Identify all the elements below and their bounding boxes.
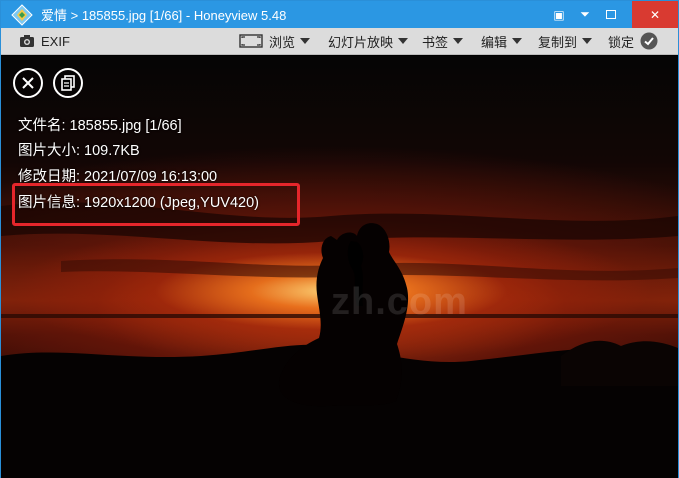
chevron-down-icon [300,38,311,44]
lock-label: 锁定 [608,34,635,50]
bookmark-label: 书签 [422,34,449,50]
edit-label: 编辑 [481,34,508,50]
exif-label: EXIF [41,33,70,49]
title-bar[interactable]: 爱情 > 185855.jpg [1/66] - Honeyview 5.48 … [1,1,678,28]
copy-to-label: 复制到 [538,34,578,50]
camera-icon [20,35,34,47]
close-window-button[interactable]: ✕ [632,1,678,28]
fullscreen-button[interactable]: ▣ [546,1,572,28]
chevron-down-icon [453,38,464,44]
bookmark-menu[interactable]: 书签 [422,28,464,55]
chevron-down-icon [512,38,523,44]
exif-button[interactable]: EXIF [19,28,70,55]
chevron-down-icon [582,38,593,44]
fit-screen-icon [239,34,263,48]
info-filesize: 图片大小: 109.7KB [18,143,140,159]
copy-icon [61,75,75,91]
toolbar: EXIF 浏览 幻灯片放映 书签 编辑 复制到 锁定 [1,28,678,55]
maximize-button[interactable] [598,1,624,28]
copy-to-menu[interactable]: 复制到 [538,28,593,55]
browse-menu[interactable]: 浏览 [239,28,311,55]
honeyview-logo-icon [11,3,33,26]
fullscreen-icon: ▣ [553,7,565,22]
browse-label: 浏览 [269,34,296,50]
check-circle-icon [640,32,658,50]
maximize-icon [606,10,616,19]
highlight-box [12,183,300,226]
info-filename: 文件名: 185855.jpg [1/66] [18,118,182,134]
copy-info-button[interactable] [53,68,83,98]
edit-menu[interactable]: 编辑 [481,28,523,55]
window-controls: ▣ ⏷ ✕ [546,1,678,28]
close-info-button[interactable] [13,68,43,98]
slideshow-menu[interactable]: 幻灯片放映 [328,28,409,55]
app-window: 爱情 > 185855.jpg [1/66] - Honeyview 5.48 … [0,0,679,478]
chevron-down-icon [398,38,409,44]
close-icon: ✕ [649,7,661,22]
close-icon [22,77,34,89]
image-viewer[interactable]: zh.com 文件名: 185855.jpg [1/66] 图片大小: 109.… [1,56,678,478]
minimize-icon: ⏷ [580,7,590,21]
window-title: 爱情 > 185855.jpg [1/66] - Honeyview 5.48 [41,8,287,23]
watermark: zh.com [331,281,468,323]
slideshow-label: 幻灯片放映 [328,34,394,50]
lock-button[interactable]: 锁定 [608,28,658,55]
minimize-button[interactable]: ⏷ [572,1,598,28]
